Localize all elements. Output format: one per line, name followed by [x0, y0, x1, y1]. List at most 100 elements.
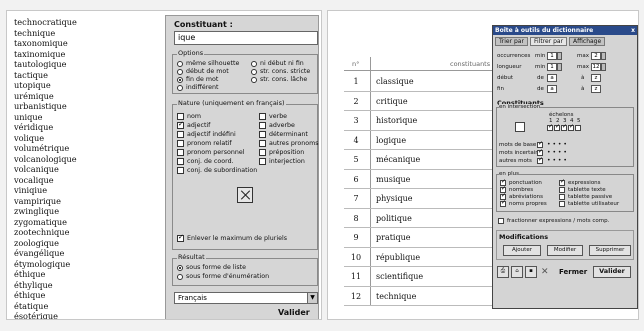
- save-icon[interactable]: ▪: [525, 266, 537, 278]
- tab-filtrer[interactable]: Filtrer par: [530, 37, 568, 46]
- deb-de-input[interactable]: a: [547, 74, 557, 82]
- tab-affichage[interactable]: Affichage: [569, 37, 606, 46]
- occ-max-spinner[interactable]: [601, 52, 606, 60]
- word-list-item[interactable]: éthylique: [14, 280, 164, 291]
- table-row[interactable]: 11 scientifique: [344, 266, 494, 287]
- table-row[interactable]: 10 république: [344, 247, 494, 267]
- fin-a-input[interactable]: z: [591, 85, 601, 93]
- valider-button[interactable]: Valider: [278, 308, 310, 317]
- close-x-icon[interactable]: ✕: [541, 267, 549, 277]
- table-row[interactable]: 6 musique: [344, 169, 494, 189]
- table-row[interactable]: 7 physique: [344, 188, 494, 209]
- table-row[interactable]: 5 mécanique: [344, 149, 494, 170]
- deb-a-input[interactable]: z: [591, 74, 601, 82]
- word-list-item[interactable]: volumétrique: [14, 143, 164, 154]
- lon-min-spinner[interactable]: [557, 63, 562, 71]
- word-list-item[interactable]: taxonomique: [14, 38, 164, 49]
- lon-max-input[interactable]: 12: [591, 63, 601, 71]
- close-icon[interactable]: x: [631, 26, 635, 35]
- word-list-item[interactable]: zoologique: [14, 238, 164, 249]
- expressions-check[interactable]: [559, 178, 565, 186]
- tablette-passive-check[interactable]: [559, 194, 565, 200]
- radio-indifferent[interactable]: indifférent: [177, 84, 218, 91]
- radio-str-cons-stricte[interactable]: str. cons. stricte: [251, 68, 310, 75]
- valider-toolbox-button[interactable]: Valider: [593, 266, 631, 278]
- table-row[interactable]: 2 critique: [344, 91, 494, 111]
- tablette-utilisateur-check[interactable]: [559, 201, 565, 207]
- check-autres-pronoms[interactable]: autres pronoms: [259, 140, 318, 147]
- word-list-item[interactable]: évangélique: [14, 248, 164, 259]
- occ-min-input[interactable]: 1: [547, 52, 557, 60]
- echelon-check-1[interactable]: [547, 123, 553, 131]
- radio-meme-silhouette[interactable]: même silhouette: [177, 60, 239, 67]
- word-list-item[interactable]: étatique: [14, 301, 164, 312]
- check-conj-coord[interactable]: conj. de coord.: [177, 158, 234, 165]
- word-list-item[interactable]: technocratique: [14, 17, 164, 28]
- word-list-item[interactable]: vampirique: [14, 196, 164, 207]
- word-list-item[interactable]: véridique: [14, 122, 164, 133]
- constituant-swatch[interactable]: [515, 122, 525, 132]
- lon-max-spinner[interactable]: [601, 63, 606, 71]
- fermer-button[interactable]: Fermer: [559, 268, 587, 276]
- language-select[interactable]: Français ▼: [174, 292, 318, 304]
- modifier-button[interactable]: Modifier: [547, 245, 583, 256]
- word-list-item[interactable]: urbanistique: [14, 101, 164, 112]
- occ-max-input[interactable]: 2: [591, 52, 601, 60]
- word-list-item[interactable]: tautologique: [14, 59, 164, 70]
- fractionner-check[interactable]: [498, 218, 504, 224]
- table-row[interactable]: 4 logique: [344, 130, 494, 150]
- check-enlever-pluriels[interactable]: Enlever le maximum de pluriels: [177, 233, 287, 242]
- clear-x-icon[interactable]: [237, 187, 253, 203]
- radio-str-cons-lache[interactable]: str. cons. lâche: [251, 76, 307, 83]
- word-list-item[interactable]: urémique: [14, 91, 164, 102]
- table-row[interactable]: 12 technique: [344, 286, 494, 306]
- constituant-input[interactable]: ique: [174, 31, 318, 45]
- word-list-item[interactable]: zygomatique: [14, 217, 164, 228]
- radio-sous-forme-enumeration[interactable]: sous forme d'énumération: [177, 273, 269, 280]
- word-list-item[interactable]: éthique: [14, 290, 164, 301]
- word-list-item[interactable]: étymologique: [14, 259, 164, 270]
- word-list-item[interactable]: unique: [14, 112, 164, 123]
- check-adjectif-indefini[interactable]: adjectif indéfini: [177, 131, 236, 138]
- radio-sous-forme-liste[interactable]: sous forme de liste: [177, 264, 246, 271]
- word-list-item[interactable]: ésotérique: [14, 311, 164, 319]
- word-list-item[interactable]: viniqiue: [14, 185, 164, 196]
- check-adverbe[interactable]: adverbe: [259, 122, 295, 129]
- check-pronom-relatif[interactable]: pronom relatif: [177, 140, 232, 147]
- check-pronom-personnel[interactable]: pronom personnel: [177, 149, 244, 156]
- check-preposition[interactable]: préposition: [259, 149, 304, 156]
- check-determinant[interactable]: déterminant: [259, 131, 308, 138]
- occ-min-spinner[interactable]: [557, 52, 562, 60]
- radio-fin-de-mot[interactable]: fin de mot: [177, 76, 218, 83]
- word-list[interactable]: technocratique technique taxonomique taxino…: [14, 17, 164, 319]
- radio-ni-debut-ni-fin[interactable]: ni début ni fin: [251, 60, 304, 67]
- check-interjection[interactable]: interjection: [259, 158, 305, 165]
- word-list-item[interactable]: technique: [14, 28, 164, 39]
- table-row[interactable]: 3 historique: [344, 110, 494, 131]
- word-list-item[interactable]: tactique: [14, 70, 164, 81]
- echelon-check-2[interactable]: [554, 123, 560, 131]
- check-conj-subordination[interactable]: conj. de subordination: [177, 167, 257, 174]
- home-icon[interactable]: ⌂: [511, 266, 523, 278]
- echelon-check-5[interactable]: [575, 125, 581, 131]
- word-list-item[interactable]: volcanologique: [14, 154, 164, 165]
- table-row[interactable]: 9 pratique: [344, 227, 494, 248]
- ajouter-button[interactable]: Ajouter: [503, 245, 541, 256]
- word-list-item[interactable]: volique: [14, 133, 164, 144]
- radio-debut-de-mot[interactable]: début de mot: [177, 68, 229, 75]
- lon-min-input[interactable]: 1: [547, 63, 557, 71]
- word-list-item[interactable]: vocalique: [14, 175, 164, 186]
- word-list-item[interactable]: zwinglique: [14, 206, 164, 217]
- tablette-texte-check[interactable]: [559, 187, 565, 193]
- check-verbe[interactable]: verbe: [259, 113, 287, 120]
- word-list-item[interactable]: éthique: [14, 269, 164, 280]
- word-list-item[interactable]: taxinomique: [14, 49, 164, 60]
- echelon-check-4[interactable]: [568, 123, 574, 131]
- tab-trier[interactable]: Trier par: [495, 37, 528, 46]
- word-list-item[interactable]: volcanique: [14, 164, 164, 175]
- check-adjectif[interactable]: adjectif: [177, 120, 210, 129]
- echelon-check-3[interactable]: [561, 123, 567, 131]
- check-nom[interactable]: nom: [177, 113, 201, 120]
- autres-mots-check[interactable]: [537, 156, 543, 164]
- fin-de-input[interactable]: a: [547, 85, 557, 93]
